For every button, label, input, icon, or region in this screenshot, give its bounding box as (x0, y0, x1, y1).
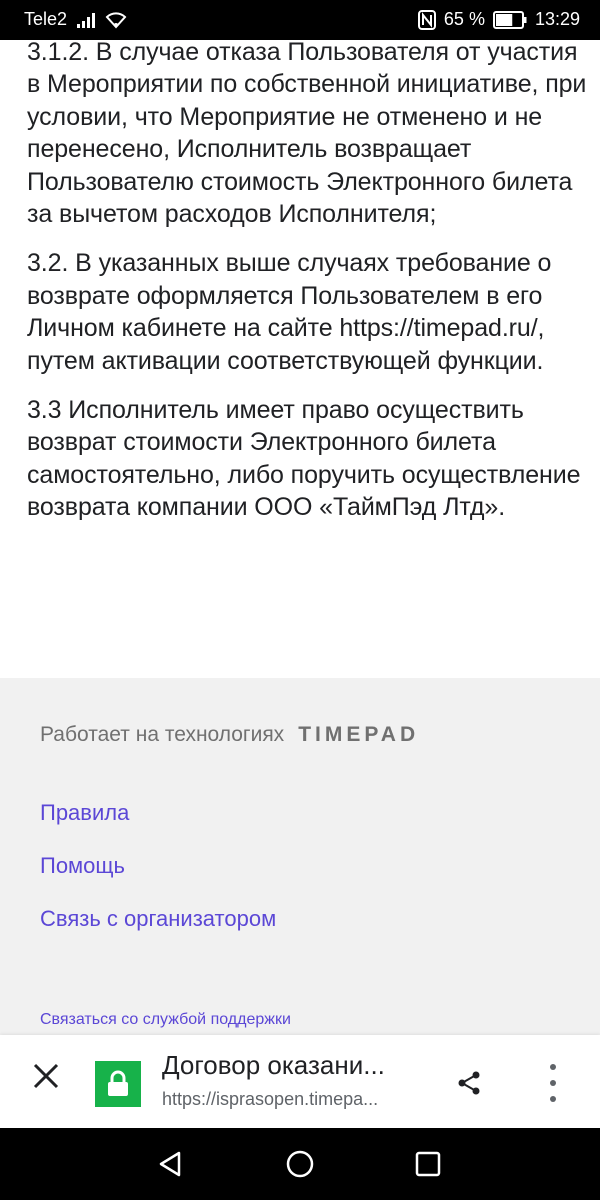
paragraph-3-2: 3.2. В указанных выше случаях требование… (27, 249, 552, 375)
back-button[interactable] (152, 1146, 188, 1182)
battery-percent: 65 % (443, 9, 485, 29)
nfc-icon (417, 9, 436, 30)
share-button[interactable] (452, 1066, 486, 1100)
carrier-name: Tele2 (24, 9, 68, 29)
wifi-icon (105, 11, 127, 28)
footer-link-help[interactable]: Помощь (40, 853, 125, 879)
lock-icon (108, 1070, 128, 1096)
paragraph-3-3: 3.3 Исполнитель имеет право осуществить … (27, 396, 581, 522)
recents-icon (415, 1151, 441, 1177)
more-menu-button[interactable] (538, 1064, 568, 1102)
home-button[interactable] (282, 1146, 318, 1182)
clock: 13:29 (534, 9, 580, 29)
share-icon (458, 1071, 480, 1095)
agreement-text: 3.1.2. В случае отказа Пользователя от у… (27, 36, 587, 541)
status-left: Tele2 (24, 9, 127, 30)
more-vert-icon (550, 1064, 556, 1070)
support-link[interactable]: Связаться со службой поддержки (40, 1011, 291, 1029)
powered-by: Работает на технологиях TIMEPAD (40, 723, 419, 747)
close-icon (33, 1063, 59, 1089)
security-badge[interactable] (95, 1061, 141, 1107)
paragraph-3-1-2: 3.1.2. В случае отказа Пользователя от у… (27, 38, 587, 229)
custom-tab-toolbar (0, 1035, 600, 1128)
signal-icon (77, 12, 96, 28)
back-icon (159, 1151, 181, 1177)
page-url[interactable]: https://isprasopen.timepa... (162, 1089, 412, 1110)
timepad-logo[interactable]: TIMEPAD (298, 723, 419, 747)
footer-link-contact-organizer[interactable]: Связь с организатором (40, 906, 276, 932)
page-title: Договор оказани... (162, 1050, 385, 1080)
powered-by-label: Работает на технологиях (40, 723, 285, 746)
status-right: 65 % 13:29 (417, 9, 580, 30)
recents-button[interactable] (410, 1146, 446, 1182)
footer-link-rules[interactable]: Правила (40, 800, 129, 826)
close-button[interactable] (26, 1056, 66, 1096)
status-bar: Tele2 65 % 13:29 (0, 0, 600, 40)
battery-icon (492, 10, 527, 29)
home-icon (286, 1150, 314, 1178)
